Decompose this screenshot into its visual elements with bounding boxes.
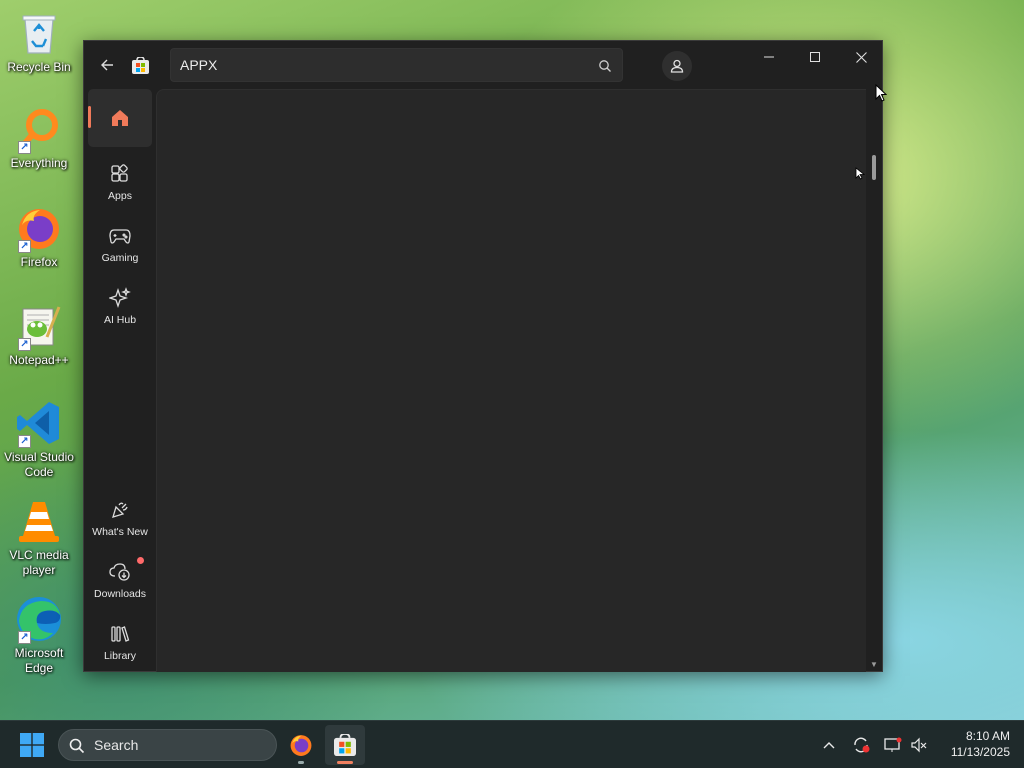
monitor-icon — [884, 737, 902, 752]
desktop-icon-vlc[interactable]: VLC media player — [2, 496, 76, 578]
nav-item-home[interactable] — [88, 89, 152, 147]
nav-item-library[interactable]: Library — [88, 613, 152, 671]
search-icon — [69, 738, 85, 754]
account-button[interactable] — [662, 51, 692, 81]
recycle-bin-icon — [14, 8, 64, 58]
nav-label: Library — [103, 649, 137, 662]
taskbar-microsoft-store[interactable] — [325, 725, 365, 765]
scrollbar-thumb[interactable] — [872, 155, 876, 180]
notepad-plus-plus-icon: ↗ — [14, 301, 64, 351]
desktop-icon-label: VLC media — [9, 548, 69, 562]
system-clock[interactable]: 8:10 AM 11/13/2025 — [938, 728, 1010, 760]
vertical-scrollbar[interactable]: ▼ — [870, 153, 878, 671]
desktop-icon-everything[interactable]: ↗ Everything — [2, 104, 76, 171]
store-logo-icon — [132, 56, 149, 74]
desktop-icon-label: Visual Studio — [4, 450, 74, 464]
shortcut-arrow-icon: ↗ — [18, 631, 31, 644]
gamepad-icon — [109, 225, 131, 247]
edge-icon: ↗ — [14, 594, 64, 644]
firefox-icon — [290, 735, 312, 756]
desktop-icon-label: Recycle Bin — [7, 60, 71, 74]
shortcut-arrow-icon: ↗ — [18, 435, 31, 448]
desktop-icon-label: Firefox — [20, 255, 58, 269]
start-button[interactable] — [14, 729, 50, 761]
maximize-button[interactable] — [792, 41, 838, 73]
navigation-rail: Apps Gaming AI Hub What's New Downloads … — [84, 89, 156, 672]
scroll-down-arrow-icon[interactable]: ▼ — [870, 661, 878, 669]
nav-item-whats-new[interactable]: What's New — [88, 489, 152, 547]
sparkle-icon — [109, 286, 131, 309]
back-arrow-icon — [101, 59, 113, 71]
nav-item-apps[interactable]: Apps — [88, 153, 152, 211]
maximize-icon — [810, 52, 820, 62]
nav-label: Gaming — [101, 251, 139, 264]
taskbar-search[interactable]: Search — [58, 729, 277, 761]
sync-icon — [854, 737, 870, 753]
firefox-icon: ↗ — [14, 203, 64, 253]
nav-item-gaming[interactable]: Gaming — [88, 215, 152, 273]
download-cloud-icon — [109, 561, 131, 583]
title-bar — [84, 41, 882, 89]
library-icon — [109, 623, 131, 645]
desktop-icon-label: player — [22, 563, 56, 577]
shortcut-arrow-icon: ↗ — [18, 338, 31, 351]
nav-item-ai-hub[interactable]: AI Hub — [88, 277, 152, 335]
store-search-input[interactable] — [180, 49, 580, 81]
show-hidden-icons-button[interactable] — [819, 735, 839, 755]
desktop-icon-edge[interactable]: ↗ Microsoft Edge — [2, 594, 76, 676]
volume-button[interactable] — [909, 735, 929, 755]
display-button[interactable] — [883, 735, 903, 755]
desktop-icon-vscode[interactable]: ↗ Visual Studio Code — [2, 398, 76, 480]
desktop-icon-label: Notepad++ — [9, 353, 69, 367]
main-content-area — [156, 89, 866, 672]
desktop-icon-recycle-bin[interactable]: Recycle Bin — [2, 8, 76, 75]
home-icon — [109, 107, 131, 129]
speaker-muted-icon — [911, 737, 927, 753]
notification-badge — [137, 557, 144, 564]
active-indicator — [88, 106, 91, 128]
person-icon — [670, 59, 684, 73]
desktop-icon-label: Code — [24, 465, 54, 479]
running-indicator — [298, 761, 304, 764]
desktop-icon-label: Microsoft — [14, 646, 64, 660]
vlc-cone-icon — [14, 496, 64, 546]
taskbar-search-label: Search — [94, 737, 139, 753]
mouse-pointer-icon — [875, 84, 887, 102]
desktop-icon-notepad-plus-plus[interactable]: ↗ Notepad++ — [2, 301, 76, 368]
clock-time: 8:10 AM — [965, 729, 1010, 743]
nav-label: AI Hub — [103, 313, 137, 326]
store-logo-icon — [334, 734, 356, 756]
taskbar-firefox[interactable] — [281, 725, 321, 765]
everything-search-icon: ↗ — [14, 104, 64, 154]
desktop-icon-label: Everything — [10, 156, 68, 170]
store-window: Apps Gaming AI Hub — [83, 40, 883, 672]
nav-item-downloads[interactable]: Downloads — [88, 551, 152, 609]
vscode-icon: ↗ — [14, 398, 64, 448]
nav-label: Downloads — [94, 587, 146, 600]
back-button[interactable] — [94, 53, 120, 77]
desktop-icon-label: Edge — [24, 661, 54, 675]
chevron-up-icon — [823, 742, 835, 749]
store-search-box[interactable] — [170, 48, 623, 82]
close-button[interactable] — [838, 41, 884, 73]
clock-date: 11/13/2025 — [950, 745, 1010, 759]
nav-label: Apps — [108, 189, 132, 202]
close-icon — [855, 51, 867, 63]
running-indicator — [337, 761, 353, 764]
minimize-icon — [764, 56, 774, 58]
megaphone-icon — [109, 499, 131, 521]
windows-logo-icon — [20, 733, 44, 757]
minimize-button[interactable] — [746, 41, 792, 73]
apps-icon — [109, 163, 131, 185]
desktop-icon-firefox[interactable]: ↗ Firefox — [2, 203, 76, 270]
search-icon[interactable] — [598, 59, 612, 73]
secondary-pointer-icon — [855, 167, 865, 180]
sync-status-button[interactable] — [851, 735, 871, 755]
taskbar: Search 8:10 AM 11/13/2025 — [0, 720, 1024, 768]
shortcut-arrow-icon: ↗ — [18, 141, 31, 154]
nav-label: What's New — [92, 525, 148, 538]
shortcut-arrow-icon: ↗ — [18, 240, 31, 253]
